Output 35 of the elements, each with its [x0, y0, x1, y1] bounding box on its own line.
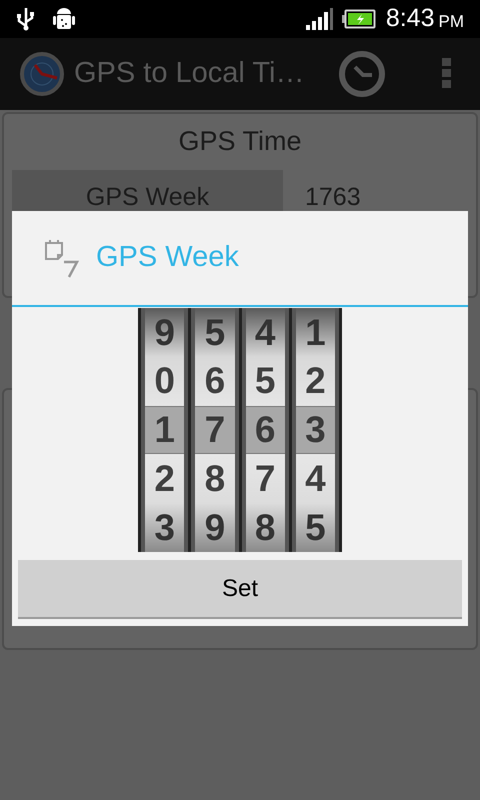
battery-icon: [342, 9, 376, 29]
number-picker[interactable]: 9 0 1 2 3 5 6 7 8 9 4 5 6 7 8 1 2 3 4 5: [138, 308, 342, 552]
picker-digit[interactable]: 9: [145, 308, 184, 357]
usb-icon: [16, 6, 36, 32]
picker-digit[interactable]: 3: [145, 503, 184, 552]
picker-digit[interactable]: 9: [195, 503, 234, 552]
picker-digit[interactable]: 2: [296, 356, 335, 406]
picker-digit[interactable]: 3: [296, 406, 335, 454]
card-title: GPS Time: [178, 125, 302, 158]
app-title: GPS to Local Ti…: [74, 56, 304, 92]
calendar-icon: [42, 238, 80, 278]
picker-digit[interactable]: 6: [246, 406, 285, 454]
clock-ampm: PM: [438, 10, 464, 33]
picker-digit[interactable]: 7: [246, 454, 285, 504]
row-value: 1763: [305, 182, 361, 213]
dialog-title: GPS Week: [96, 240, 239, 276]
picker-digit[interactable]: 4: [246, 308, 285, 357]
picker-digit[interactable]: 6: [195, 356, 234, 406]
clock-icon[interactable]: [338, 50, 386, 98]
picker-digit[interactable]: 7: [195, 406, 234, 454]
picker-digit[interactable]: 5: [195, 308, 234, 357]
picker-digit[interactable]: 4: [296, 454, 335, 504]
picker-digit[interactable]: 8: [246, 503, 285, 552]
picker-digit[interactable]: 5: [246, 356, 285, 406]
set-button[interactable]: Set: [18, 560, 462, 619]
picker-digit[interactable]: 1: [296, 308, 335, 357]
picker-digit[interactable]: 2: [145, 454, 184, 504]
picker-digit[interactable]: 1: [145, 406, 184, 454]
picker-digit[interactable]: 5: [296, 503, 335, 552]
picker-digit[interactable]: 8: [195, 454, 234, 504]
clock-time: 8:43: [386, 3, 434, 34]
signal-icon: [306, 7, 334, 31]
radar-clock-icon[interactable]: [20, 52, 64, 96]
picker-digit[interactable]: 0: [145, 356, 184, 406]
overflow-menu-icon[interactable]: [442, 58, 452, 90]
